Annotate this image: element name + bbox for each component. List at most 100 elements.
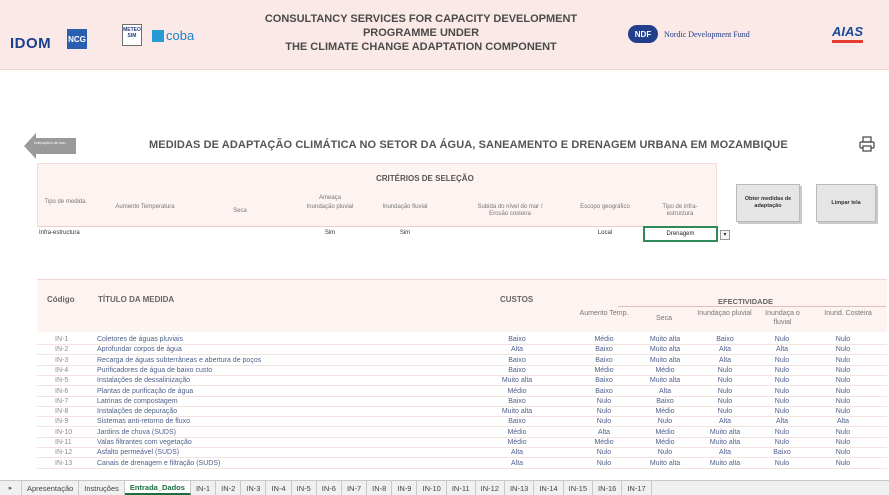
sheet-tab-in-5[interactable]: IN-5 xyxy=(292,481,317,495)
cell-pluv: Nulo xyxy=(717,408,733,416)
meteo-sim-logo: METEO SIM xyxy=(122,24,142,46)
cell-cost2: Nulo xyxy=(835,397,851,405)
page-title: MEDIDAS DE ADAPTAÇÃO CLIMÁTICA NO SETOR … xyxy=(149,139,788,151)
cell-seca: Médio xyxy=(655,366,675,374)
cell-title: Purificadores de água de baixo custo xyxy=(97,366,213,374)
cell-cost2: Nulo xyxy=(835,356,851,364)
sheet-tab-in-8[interactable]: IN-8 xyxy=(367,481,393,495)
cell-title: Instalações de depuração xyxy=(97,408,178,416)
cell-code: IN-10 xyxy=(55,428,73,436)
cell-pluv: Nulo xyxy=(717,377,733,385)
tipo-infra-select[interactable]: Drenagem xyxy=(643,226,718,242)
sheet-tab-instru-es[interactable]: Instruções xyxy=(79,481,125,495)
cell-seca: Baixo xyxy=(656,397,674,405)
sheet-tab-in-1[interactable]: IN-1 xyxy=(191,481,217,495)
cell-seca: Médio xyxy=(655,428,675,436)
sheet-tab-in-4[interactable]: IN-4 xyxy=(266,481,292,495)
sheet-tab-in-3[interactable]: IN-3 xyxy=(241,481,267,495)
sheet-tab-in-7[interactable]: IN-7 xyxy=(342,481,368,495)
cell-cost: Baixo xyxy=(508,336,526,343)
cell-title: Recarga de águas subterrâneas e abertura… xyxy=(97,356,262,364)
tab-scroll-right-icon[interactable]: ▸ xyxy=(0,481,22,495)
sheet-tab-in-9[interactable]: IN-9 xyxy=(392,481,418,495)
printer-icon[interactable] xyxy=(859,136,875,152)
cell-fluv: Nulo xyxy=(774,356,790,364)
table-row[interactable]: IN-12 Asfalto permeável (SUDS) Alta Nulo Nul… xyxy=(37,449,887,459)
table-row[interactable]: IN-6 Plantas de purificação de água Médio B… xyxy=(37,388,887,397)
cell-title: Aprofundar corpos de água xyxy=(97,346,182,354)
table-row[interactable]: IN-2 Aprofundar corpos de água Alta Baixo Mu… xyxy=(37,346,887,356)
chevron-down-icon[interactable]: ▾ xyxy=(720,230,730,240)
cell-temp: Nulo xyxy=(596,418,612,426)
cell-fluv: Alta xyxy=(775,346,789,354)
obter-medidas-button[interactable]: Obter medidas de adaptação xyxy=(736,184,800,222)
cell-pluv: Alta xyxy=(718,418,732,426)
sheet-tab-in-6[interactable]: IN-6 xyxy=(317,481,342,495)
efectividade-divider xyxy=(618,306,886,307)
cell-seca: Muito alta xyxy=(649,356,681,364)
cell-seca: Muito alta xyxy=(649,377,681,385)
cell-fluv: Nulo xyxy=(774,366,790,374)
header-band: IDOM NCG METEO SIM coba CONSULTANCY SERV… xyxy=(0,0,889,70)
sheet-tab-in-15[interactable]: IN-15 xyxy=(564,481,593,495)
criteria-value-escopo[interactable]: Local xyxy=(585,230,625,236)
header-title-line2: THE CLIMATE CHANGE ADAPTATION COMPONENT xyxy=(285,41,557,53)
ndf-mark: NDF xyxy=(628,25,658,43)
table-row[interactable]: IN-11 Valas filtrantes com vegetação Médio… xyxy=(37,439,887,448)
sheet-tab-in-13[interactable]: IN-13 xyxy=(505,481,535,495)
criteria-value-inund-pluvial[interactable]: Sim xyxy=(310,230,350,236)
cell-pluv: Baixo xyxy=(716,336,734,343)
table-row[interactable]: IN-9 Sistemas anti-retorno de fluxo Baixo N… xyxy=(37,418,887,428)
sheet-tab-entrada-dados[interactable]: Entrada_Dados xyxy=(124,481,191,495)
cell-title: Jardins de chuva (SUDS) xyxy=(97,428,176,436)
criteria-header-tipo-medida: Tipo de medida xyxy=(44,199,86,205)
sheet-tab-in-17[interactable]: IN-17 xyxy=(622,481,652,495)
cell-title: Latrinas de compostagem xyxy=(97,397,178,405)
cell-temp: Nulo xyxy=(596,449,612,457)
ndf-logo: NDF Nordic Development Fund xyxy=(628,25,750,43)
table-row[interactable]: IN-7 Latrinas de compostagem Baixo Nulo Baix… xyxy=(37,398,887,407)
cell-code: IN-7 xyxy=(55,397,69,405)
sheet-tab-apresenta-o[interactable]: Apresentação xyxy=(22,481,80,495)
cell-temp: Médio xyxy=(594,336,614,343)
criteria-value-tipo-medida[interactable]: Infra-estructura xyxy=(39,230,80,236)
table-row[interactable]: IN-4 Purificadores de água de baixo custo… xyxy=(37,367,887,376)
cell-pluv: Muito alta xyxy=(709,428,741,436)
cell-code: IN-11 xyxy=(55,439,72,446)
cell-pluv: Muito alta xyxy=(709,439,741,446)
table-row[interactable]: IN-3 Recarga de águas subterrâneas e aber… xyxy=(37,357,887,366)
table-row[interactable]: IN-10 Jardins de chuva (SUDS) Médio Alta Méd… xyxy=(37,429,887,438)
sheet-tab-in-2[interactable]: IN-2 xyxy=(216,481,242,495)
cell-fluv: Nulo xyxy=(774,387,790,395)
criteria-value-inund-fluvial[interactable]: Sim xyxy=(385,230,425,236)
criteria-header-subida-mar: Subida do nível do mar / Erosão costeira xyxy=(477,204,543,217)
cell-cost: Médio xyxy=(507,439,527,446)
col-header-seca: Seca xyxy=(656,315,672,322)
sheet-tab-in-16[interactable]: IN-16 xyxy=(593,481,623,495)
cell-temp: Baixo xyxy=(595,356,613,364)
table-row[interactable]: IN-5 Instalações de dessalinização Muito a… xyxy=(37,377,887,387)
cell-code: IN-3 xyxy=(55,356,69,364)
sheet-tab-in-10[interactable]: IN-10 xyxy=(417,481,447,495)
sheet-tab-in-11[interactable]: IN-11 xyxy=(447,481,476,495)
limpar-tela-button[interactable]: Limpar tela xyxy=(816,184,876,222)
aias-text: AIAS xyxy=(832,24,864,39)
sheet-tab-in-12[interactable]: IN-12 xyxy=(476,481,505,495)
cell-cost2: Nulo xyxy=(835,408,851,416)
cell-cost2: Nulo xyxy=(835,439,851,446)
table-row[interactable]: IN-1 Coletores de águas pluviais Baixo Médi… xyxy=(37,336,887,345)
cell-seca: Nulo xyxy=(657,449,673,457)
cell-title: Sistemas anti-retorno de fluxo xyxy=(97,418,190,426)
cell-title: Valas filtrantes com vegetação xyxy=(97,439,192,446)
header-title: CONSULTANCY SERVICES FOR CAPACITY DEVELO… xyxy=(232,12,610,54)
cell-code: IN-12 xyxy=(55,449,73,457)
table-row[interactable]: IN-13 Canais de drenagem e filtração (SUD… xyxy=(37,460,887,469)
cell-title: Asfalto permeável (SUDS) xyxy=(97,449,180,457)
cell-temp: Alta xyxy=(597,428,611,436)
back-instructions-button[interactable]: Instruções de uso xyxy=(24,133,76,159)
table-row[interactable]: IN-8 Instalações de depuração Muito alta Nu… xyxy=(37,408,887,418)
ncg-logo: NCG xyxy=(67,29,87,49)
cell-cost2: Nulo xyxy=(835,387,851,395)
sheet-tab-bar: ▸ Apresentação Instruções Entrada_Dados IN-… xyxy=(0,480,889,495)
sheet-tab-in-14[interactable]: IN-14 xyxy=(534,481,564,495)
